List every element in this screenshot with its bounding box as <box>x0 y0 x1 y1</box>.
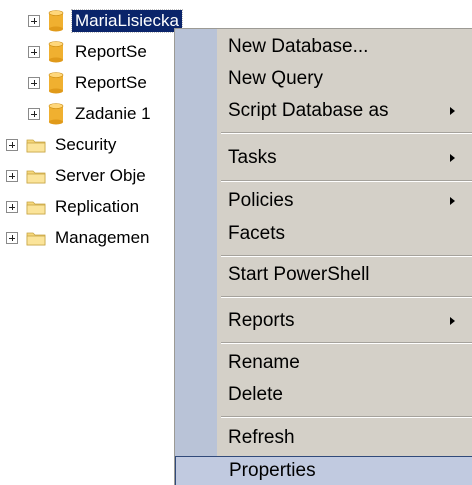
menu-item-label: Tasks <box>228 147 277 168</box>
submenu-arrow-icon <box>450 154 455 162</box>
submenu-arrow-icon <box>450 317 455 325</box>
database-icon <box>48 103 64 125</box>
menu-separator <box>221 180 472 182</box>
submenu-arrow-icon <box>450 107 455 115</box>
expand-icon[interactable] <box>28 15 40 27</box>
folder-icon <box>26 170 46 184</box>
tree-node-label[interactable]: ReportSe <box>72 72 150 94</box>
menu-item-policies[interactable]: Policies <box>175 186 472 216</box>
expand-icon[interactable] <box>6 139 18 151</box>
tree-node-folder[interactable]: Server Obje <box>6 161 149 191</box>
tree-node-database[interactable]: Zadanie 1 <box>28 99 154 129</box>
tree-node-folder[interactable]: Security <box>6 130 119 160</box>
tree-node-label[interactable]: ReportSe <box>72 41 150 63</box>
submenu-arrow-icon <box>450 197 455 205</box>
menu-item-new-query[interactable]: New Query <box>175 64 472 94</box>
menu-item-label: Policies <box>228 190 294 211</box>
menu-item-label: Delete <box>228 384 283 405</box>
menu-separator <box>221 296 472 298</box>
menu-item-script-database-as[interactable]: Script Database as <box>175 96 472 126</box>
menu-item-reports[interactable]: Reports <box>175 306 472 336</box>
expand-icon[interactable] <box>6 201 18 213</box>
tree-node-label[interactable]: Managemen <box>52 227 153 249</box>
menu-item-label: New Database... <box>228 36 369 57</box>
menu-item-label: New Query <box>228 68 324 89</box>
tree-node-label[interactable]: Server Obje <box>52 165 149 187</box>
menu-item-new-database[interactable]: New Database... <box>175 32 472 62</box>
menu-separator <box>221 416 472 418</box>
expand-icon[interactable] <box>28 108 40 120</box>
folder-icon <box>26 139 46 153</box>
context-menu: New Database... New Query Script Databas… <box>174 28 472 485</box>
menu-separator <box>221 342 472 344</box>
tree-node-label[interactable]: MariaLisiecka <box>71 9 183 33</box>
menu-separator <box>221 255 472 257</box>
menu-item-delete[interactable]: Delete <box>175 380 472 410</box>
menu-item-rename[interactable]: Rename <box>175 348 472 378</box>
tree-node-folder[interactable]: Replication <box>6 192 142 222</box>
expand-icon[interactable] <box>28 46 40 58</box>
tree-node-database[interactable]: ReportSe <box>28 37 150 67</box>
tree-node-label[interactable]: Zadanie 1 <box>72 103 154 125</box>
tree-node-folder[interactable]: Managemen <box>6 223 153 253</box>
menu-separator <box>221 132 472 134</box>
expand-icon[interactable] <box>28 77 40 89</box>
menu-item-properties[interactable]: Properties <box>175 456 472 485</box>
menu-item-label: Facets <box>228 223 286 244</box>
menu-item-label: Rename <box>228 352 300 373</box>
tree-node-database[interactable]: ReportSe <box>28 68 150 98</box>
tree-node-label[interactable]: Security <box>52 134 119 156</box>
menu-item-label: Properties <box>229 460 316 481</box>
database-icon <box>48 10 64 32</box>
menu-item-facets[interactable]: Facets <box>175 219 472 249</box>
menu-item-refresh[interactable]: Refresh <box>175 423 472 453</box>
menu-item-label: Script Database as <box>228 100 389 121</box>
menu-item-tasks[interactable]: Tasks <box>175 143 472 173</box>
tree-node-label[interactable]: Replication <box>52 196 142 218</box>
expand-icon[interactable] <box>6 170 18 182</box>
menu-item-label: Refresh <box>228 427 295 448</box>
folder-icon <box>26 232 46 246</box>
database-icon <box>48 41 64 63</box>
menu-item-label: Start PowerShell <box>228 264 370 285</box>
tree-node-database[interactable]: MariaLisiecka <box>28 6 183 36</box>
expand-icon[interactable] <box>6 232 18 244</box>
menu-item-start-powershell[interactable]: Start PowerShell <box>175 260 472 290</box>
database-icon <box>48 72 64 94</box>
menu-item-label: Reports <box>228 310 295 331</box>
folder-icon <box>26 201 46 215</box>
